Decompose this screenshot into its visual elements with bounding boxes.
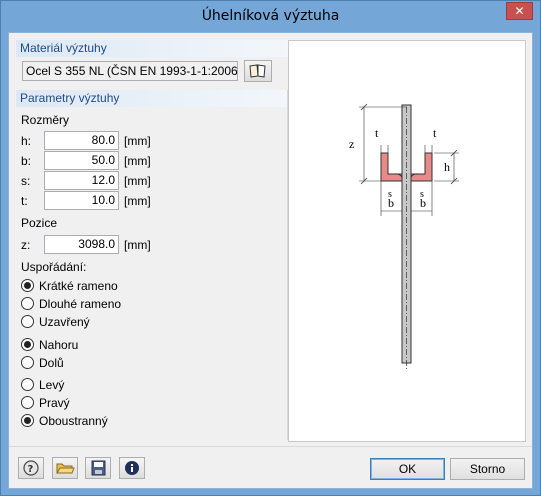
parameters-group-label: Parametry výztuhy <box>16 90 287 107</box>
svg-text:?: ? <box>28 464 34 475</box>
arrangement-label: Uspořádání: <box>21 260 87 274</box>
t-label: t: <box>21 194 28 208</box>
position-label: Pozice <box>21 216 58 230</box>
save-button[interactable] <box>85 457 111 479</box>
radio-down[interactable] <box>21 356 34 369</box>
radio-closed[interactable] <box>21 315 34 328</box>
b-label: b: <box>21 154 32 168</box>
z-input[interactable]: 3098.0 <box>44 235 119 254</box>
help-button[interactable]: ? <box>18 457 44 479</box>
cancel-button[interactable]: Storno <box>450 458 525 480</box>
s-input[interactable]: 12.0 <box>44 171 119 190</box>
h-unit: [mm] <box>124 134 151 148</box>
radio-long-leg-label: Dlouhé rameno <box>39 297 122 311</box>
info-icon <box>125 461 139 475</box>
parameters-group: Parametry výztuhy Rozměry h: 80.0 [mm] b… <box>16 90 288 440</box>
diagram-z-label: z <box>349 137 354 151</box>
title-bar: Úhelníková výztuha ✕ <box>1 1 540 31</box>
radio-both-sides-label: Oboustranný <box>39 414 108 428</box>
s-label: s: <box>21 174 31 188</box>
dimensions-label: Rozměry <box>21 113 70 127</box>
folder-open-icon <box>56 463 75 474</box>
close-button[interactable]: ✕ <box>506 2 533 20</box>
radio-down-label: Dolů <box>39 356 64 370</box>
material-group-label: Materiál výztuhy <box>16 40 288 57</box>
stiffener-diagram: z t t h s s b b <box>349 103 459 371</box>
s-unit: [mm] <box>124 174 151 188</box>
material-library-button[interactable] <box>244 60 272 82</box>
radio-up-label: Nahoru <box>39 338 79 352</box>
radio-left-label: Levý <box>39 378 65 392</box>
radio-left[interactable] <box>21 378 34 391</box>
radio-up[interactable] <box>21 338 34 351</box>
diagram-b-left-label: b <box>388 196 394 210</box>
diagram-b-right-label: b <box>420 196 426 210</box>
h-input[interactable]: 80.0 <box>44 131 119 150</box>
book-icon <box>249 64 266 78</box>
footer-separator <box>9 446 532 447</box>
b-input[interactable]: 50.0 <box>44 151 119 170</box>
material-field: Ocel S 355 NL (ČSN EN 1993-1-1:2006) <box>22 61 238 81</box>
t-unit: [mm] <box>124 194 151 208</box>
open-button[interactable] <box>52 457 78 479</box>
z-unit: [mm] <box>124 238 151 252</box>
radio-right[interactable] <box>21 396 34 409</box>
diagram-h-label: h <box>444 160 450 174</box>
help-icon: ? <box>23 460 39 476</box>
b-unit: [mm] <box>124 154 151 168</box>
stiffener-preview: z t t h s s b b <box>288 40 526 442</box>
save-icon <box>91 460 106 476</box>
radio-right-label: Pravý <box>39 396 70 410</box>
radio-short-leg-label: Krátké rameno <box>39 279 118 293</box>
window-title: Úhelníková výztuha <box>201 8 340 24</box>
t-input[interactable]: 10.0 <box>44 191 119 210</box>
diagram-t-right-label: t <box>433 126 437 140</box>
radio-closed-label: Uzavřený <box>39 315 90 329</box>
dialog-body: Materiál výztuhy Ocel S 355 NL (ČSN EN 1… <box>8 32 533 489</box>
z-label: z: <box>21 238 31 252</box>
radio-long-leg[interactable] <box>21 297 34 310</box>
radio-both-sides[interactable] <box>21 414 34 427</box>
info-button[interactable] <box>119 457 145 479</box>
material-group: Materiál výztuhy Ocel S 355 NL (ČSN EN 1… <box>16 40 288 86</box>
diagram-t-left-label: t <box>375 126 379 140</box>
radio-short-leg[interactable] <box>21 279 34 292</box>
h-label: h: <box>21 134 32 148</box>
ok-button[interactable]: OK <box>370 458 445 480</box>
dialog-window: Úhelníková výztuha ✕ Materiál výztuhy Oc… <box>0 0 541 496</box>
